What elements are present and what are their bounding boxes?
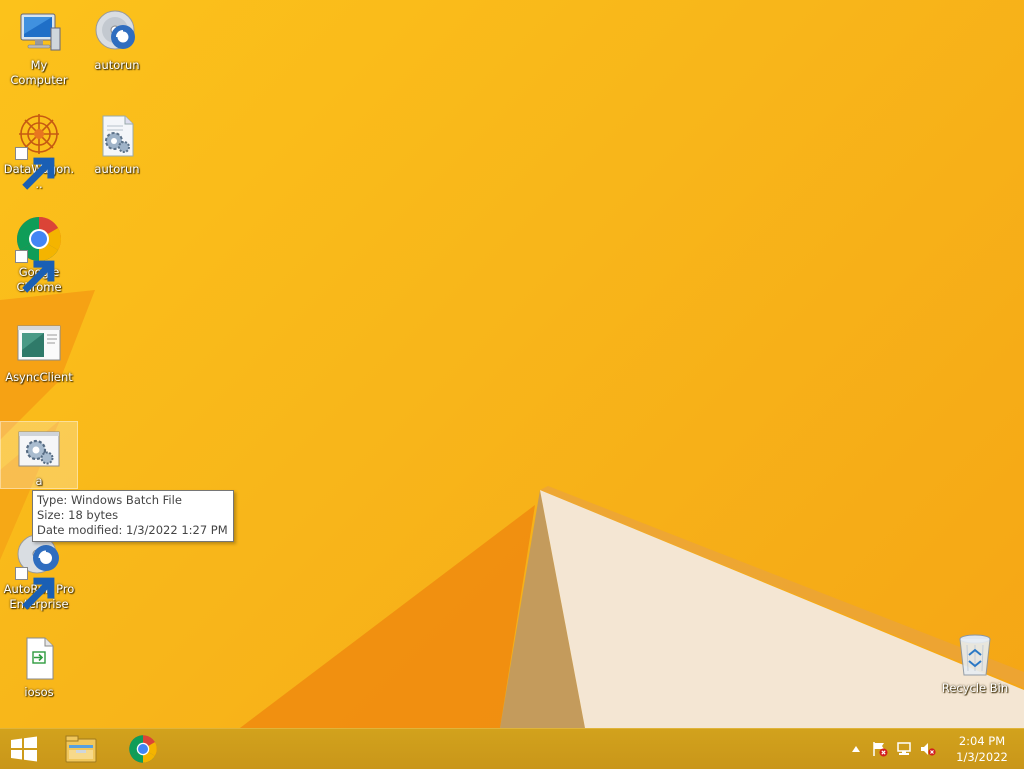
recycle-bin-icon [951, 631, 999, 679]
shortcut-arrow-icon [15, 147, 55, 190]
batch-file-icon [15, 426, 63, 474]
taskbar: 2:04 PM 1/3/2022 [0, 728, 1024, 769]
tooltip-date-modified: Date modified: 1/3/2022 1:27 PM [37, 523, 228, 537]
desktop-icon-label: Recycle Bin [941, 681, 1009, 695]
clock-time: 2:04 PM [958, 734, 1006, 748]
volume-muted-icon[interactable] [920, 741, 936, 757]
desktop-icon-label: AsyncClient [5, 370, 73, 384]
file-explorer-icon [65, 735, 97, 763]
wallpaper [0, 290, 1024, 728]
desktop-icon-label: iosos [24, 685, 54, 699]
application-window-icon [15, 320, 63, 368]
action-center-flag-icon[interactable] [872, 741, 888, 757]
desktop-icon-google-chrome[interactable]: Google Chrome [1, 215, 77, 295]
desktop-icon-autorun-pro-enterprise[interactable]: AutoRun Pro Enterprise [1, 532, 77, 612]
settings-file-icon [93, 112, 141, 160]
desktop-icon-label: autorun [94, 162, 140, 176]
taskbar-google-chrome[interactable] [114, 729, 172, 769]
chrome-icon [129, 735, 157, 763]
start-button[interactable] [0, 729, 48, 769]
desktop-icon-iosos[interactable]: iosos [1, 635, 77, 700]
document-icon [15, 635, 63, 683]
clock[interactable]: 2:04 PM 1/3/2022 [952, 733, 1012, 765]
chrome-icon [15, 215, 63, 293]
system-tray: 2:04 PM 1/3/2022 [844, 729, 1024, 769]
desktop-icon-label: a [35, 474, 43, 488]
network-icon[interactable] [896, 741, 912, 757]
desktop[interactable]: My Computer autorun DataWagon... autorun… [0, 0, 1024, 728]
autorun-disc-icon [93, 8, 141, 56]
computer-icon [15, 8, 63, 56]
desktop-icon-autorun-inf[interactable]: autorun [79, 112, 155, 177]
file-info-tooltip: Type: Windows Batch File Size: 18 bytes … [32, 490, 234, 542]
show-hidden-icons[interactable] [848, 741, 864, 757]
shortcut-arrow-icon [15, 567, 55, 610]
taskbar-file-explorer[interactable] [52, 729, 110, 769]
tooltip-size: Size: 18 bytes [37, 508, 119, 522]
desktop-icon-label: autorun [94, 58, 140, 72]
desktop-icon-recycle-bin[interactable]: Recycle Bin [937, 631, 1013, 696]
windows-logo-icon [11, 736, 37, 762]
clock-date: 1/3/2022 [956, 750, 1008, 764]
tooltip-type: Type: Windows Batch File [37, 493, 182, 507]
datawagon-icon [15, 112, 63, 190]
shortcut-arrow-icon [15, 250, 55, 293]
desktop-icon-my-computer[interactable]: My Computer [1, 8, 77, 88]
desktop-icon-a-batch-file[interactable]: a [0, 421, 78, 489]
desktop-icon-datawagon[interactable]: DataWagon... [1, 112, 77, 192]
desktop-icon-label: My Computer [10, 58, 68, 87]
desktop-icon-autorun-exe[interactable]: autorun [79, 8, 155, 73]
desktop-icon-asyncclient[interactable]: AsyncClient [1, 320, 77, 385]
